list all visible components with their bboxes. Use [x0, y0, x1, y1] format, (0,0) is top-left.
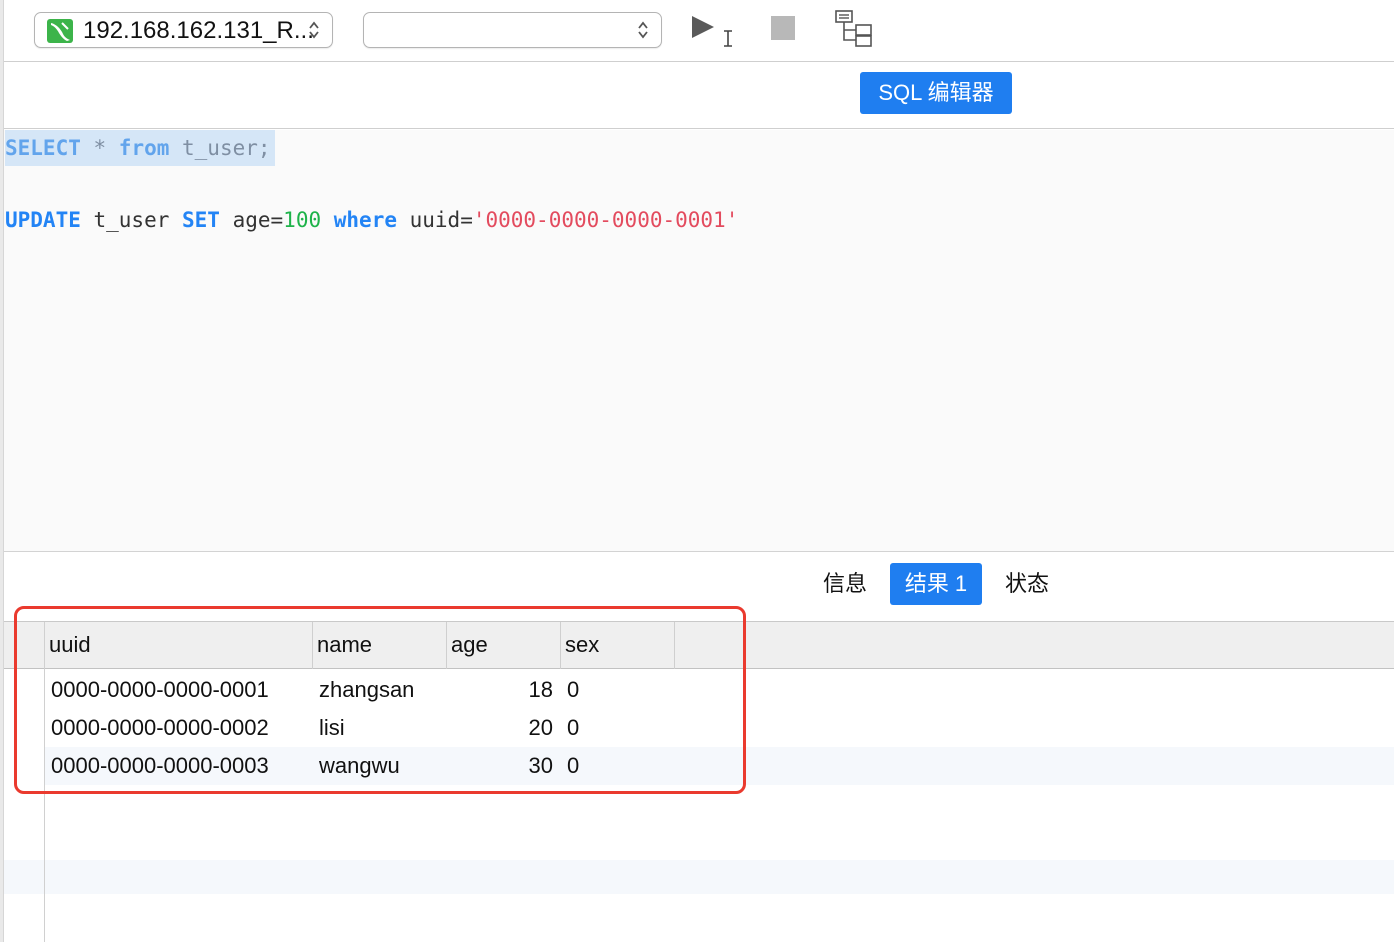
connection-select[interactable]: 192.168.162.131_R...: [34, 12, 333, 48]
tab-info[interactable]: 信息: [812, 563, 878, 605]
mysql-connection-icon: [47, 19, 73, 43]
sql-editor[interactable]: SELECT * from t_user; UPDATE t_user SET …: [4, 130, 1394, 552]
string-literal: '0000-0000-0000-0001': [472, 208, 739, 232]
code-line-select[interactable]: SELECT * from t_user;: [5, 130, 275, 166]
tab-status[interactable]: 状态: [994, 563, 1060, 605]
code-line-update[interactable]: UPDATE t_user SET age=100 where uuid='00…: [5, 202, 738, 238]
code-text: t_user;: [169, 136, 271, 160]
keyword: SELECT: [5, 136, 81, 160]
keyword: UPDATE: [5, 208, 81, 232]
code-text: *: [80, 136, 119, 160]
keyword: where: [333, 208, 397, 232]
chevron-updown-icon: [309, 21, 319, 39]
code-text: age=: [219, 208, 284, 232]
number-literal: 100: [283, 208, 322, 232]
code-text: t_user: [80, 208, 183, 232]
chevron-updown-icon: [638, 21, 648, 39]
explain-icon[interactable]: [834, 10, 874, 48]
empty-row-stripe: [4, 860, 1394, 894]
stop-icon[interactable]: [770, 15, 796, 41]
editor-tab-bar: SQL 编辑器: [4, 62, 1394, 129]
keyword: from: [118, 136, 170, 160]
toolbar: 192.168.162.131_R...: [4, 0, 1394, 62]
database-select[interactable]: [363, 12, 662, 48]
tab-result-1[interactable]: 结果 1: [890, 563, 982, 605]
run-icon[interactable]: [688, 14, 736, 48]
code-text: uuid=: [396, 208, 473, 232]
highlight-annotation: [14, 606, 746, 794]
keyword: SET: [182, 208, 220, 232]
connection-label: 192.168.162.131_R...: [83, 17, 314, 44]
tab-sql-editor[interactable]: SQL 编辑器: [860, 72, 1012, 114]
